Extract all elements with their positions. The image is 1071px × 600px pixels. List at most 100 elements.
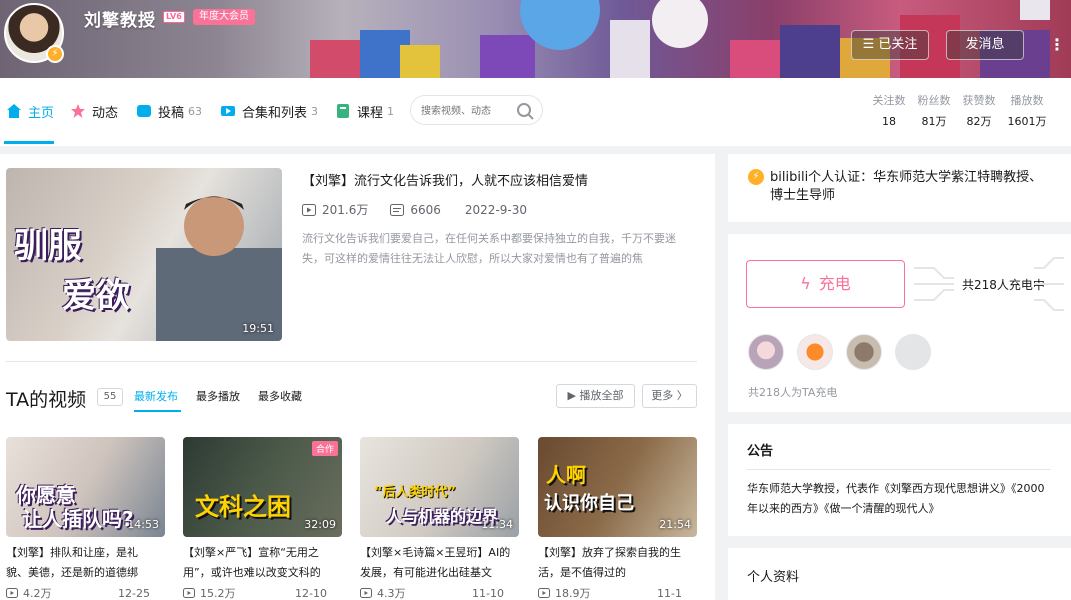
tab-home[interactable]: 主页 xyxy=(6,100,54,122)
video-card[interactable]: “后人类时代” 人与机器的边界 11:34 【刘擎×毛诗篇×王昱珩】AI的发展，… xyxy=(360,437,520,600)
video-thumbnail[interactable]: 文科之困 合作 32:09 xyxy=(183,437,342,537)
profile-panel: 个人资料 xyxy=(728,548,1071,600)
space-nav: 主页 动态 投稿 63 合集和列表 3 课程 1 关注数 18 粉丝数 81万 … xyxy=(0,78,1071,146)
active-tab-indicator xyxy=(4,141,54,144)
video-title[interactable]: 【刘擎】放弃了探索自我的生活，是不值得过的 xyxy=(538,543,690,583)
tab-label: 课程 xyxy=(357,105,384,121)
followed-button[interactable]: ☰ 已关注 xyxy=(851,30,929,60)
video-duration: 14:53 xyxy=(127,518,159,531)
space-search xyxy=(410,95,543,125)
video-card[interactable]: 人啊 认识你自己 21:54 【刘擎】放弃了探索自我的生活，是不值得过的 18.… xyxy=(538,437,698,600)
publish-date: 11-10 xyxy=(472,586,504,600)
videos-count-badge: 55 xyxy=(97,388,123,406)
tab-label: 主页 xyxy=(28,105,55,121)
publish-date: 2022-9-30 xyxy=(464,202,528,217)
notice-text: 华东师范大学教授，代表作《刘擎西方现代思想讲义》《2000年以来的西方》《做一个… xyxy=(747,482,1045,515)
circuit-lines-icon xyxy=(1034,257,1064,311)
video-card[interactable]: 文科之困 合作 32:09 【刘擎×严飞】宣称“无用之用”，或许也难以改变文科的… xyxy=(183,437,343,600)
more-options-icon[interactable]: ⋮ xyxy=(1049,34,1065,56)
video-meta: 4.2万 12-25 xyxy=(6,585,166,600)
more-videos-button[interactable]: 更多 〉 xyxy=(642,384,697,408)
featured-video-title[interactable]: 【刘擎】流行文化告诉我们，人就不应该相信爱情 xyxy=(302,170,588,189)
tab-count: 63 xyxy=(188,104,203,118)
play-count-icon xyxy=(183,588,195,598)
play-count: 4.3万 xyxy=(377,587,406,600)
tab-uploads[interactable]: 投稿 63 xyxy=(136,100,202,122)
stat-label: 播放数 xyxy=(1010,94,1044,107)
tab-most-favorited[interactable]: 最多收藏 xyxy=(258,388,302,404)
thumbnail-caption: 驯服 xyxy=(14,226,82,266)
tab-courses[interactable]: 课程 1 xyxy=(335,100,394,122)
notice-title: 公告 xyxy=(747,444,774,459)
tab-most-played[interactable]: 最多播放 xyxy=(196,388,240,404)
play-count: 201.6万 xyxy=(322,203,369,217)
stat-followers[interactable]: 粉丝数 81万 xyxy=(916,93,952,130)
publish-date: 12-25 xyxy=(118,586,150,600)
stat-value: 18 xyxy=(882,115,896,128)
video-thumbnail[interactable]: “后人类时代” 人与机器的边界 11:34 xyxy=(360,437,519,537)
thumbnail-caption: 让人插队吗? xyxy=(22,507,134,531)
tab-latest[interactable]: 最新发布 xyxy=(134,388,178,404)
tab-count: 3 xyxy=(311,104,319,118)
video-duration: 11:34 xyxy=(481,518,513,531)
section-tab-indicator xyxy=(134,410,181,412)
video-meta: 4.3万 11-10 xyxy=(360,585,520,600)
charge-footer[interactable]: 共218人为TA充电 xyxy=(748,384,837,400)
play-count: 15.2万 xyxy=(200,587,236,600)
charge-count: 共218人充电中 xyxy=(962,278,1045,292)
play-all-button[interactable]: ▶ 播放全部 xyxy=(556,384,635,408)
search-icon[interactable] xyxy=(516,102,534,120)
video-thumbnail[interactable]: 你愿意 让人插队吗? 14:53 xyxy=(6,437,165,537)
video-duration: 32:09 xyxy=(304,518,336,531)
verification-panel: ⚡ bilibili个人认证：华东师范大学紫江特聘教授、博士生导师 xyxy=(728,154,1071,222)
thumbnail-caption: “后人类时代” xyxy=(374,485,457,500)
stat-value: 82万 xyxy=(966,115,992,128)
username: 刘擎教授 xyxy=(84,11,156,31)
charger-avatar[interactable] xyxy=(748,334,784,370)
featured-video-thumbnail[interactable]: 驯服 爱欲 19:51 xyxy=(6,168,282,341)
notice-panel: 公告 华东师范大学教授，代表作《刘擎西方现代思想讲义》《2000年以来的西方》《… xyxy=(728,424,1071,536)
featured-video-description: 流行文化告诉我们要爱自己，在任何关系中都要保持独立的自我，千万不要迷失，可这样的… xyxy=(302,232,676,265)
video-title[interactable]: 【刘擎】排队和让座，是礼貌、美德，还是新的道德绑 xyxy=(6,543,158,583)
publish-date: 12-10 xyxy=(295,586,327,600)
send-message-button[interactable]: 发消息 xyxy=(946,30,1024,60)
dynamic-icon xyxy=(71,104,85,118)
video-thumbnail[interactable]: 人啊 认识你自己 21:54 xyxy=(538,437,697,537)
divider xyxy=(6,361,697,362)
play-count: 4.2万 xyxy=(23,587,52,600)
play-count-icon xyxy=(6,588,18,598)
profile-banner: ⚡ 刘擎教授 LV6 年度大会员 ☰ 已关注 发消息 ⋮ xyxy=(0,0,1071,78)
video-title[interactable]: 【刘擎×毛诗篇×王昱珩】AI的发展，有可能进化出硅基文 xyxy=(360,543,512,583)
collab-badge: 合作 xyxy=(311,441,338,456)
tab-label: 合集和列表 xyxy=(242,105,308,121)
search-input[interactable] xyxy=(421,102,511,120)
play-count-icon xyxy=(360,588,372,598)
profile-title: 个人资料 xyxy=(747,570,800,585)
charger-avatar[interactable] xyxy=(846,334,882,370)
lightning-icon: ϟ xyxy=(800,274,811,293)
charge-button[interactable]: ϟ 充电 xyxy=(746,260,905,308)
comment-icon xyxy=(390,203,405,216)
charger-avatars xyxy=(748,334,944,370)
verified-icon: ⚡ xyxy=(748,169,764,185)
video-card[interactable]: 你愿意 让人插队吗? 14:53 【刘擎】排队和让座，是礼貌、美德，还是新的道德… xyxy=(6,437,166,600)
thumbnail-caption: 人啊 xyxy=(546,463,586,487)
stat-label: 粉丝数 xyxy=(917,94,951,107)
tab-dynamic[interactable]: 动态 xyxy=(70,100,118,122)
tab-count: 1 xyxy=(387,104,395,118)
main-content: 驯服 爱欲 19:51 【刘擎】流行文化告诉我们，人就不应该相信爱情 201.6… xyxy=(0,154,715,600)
stat-label: 关注数 xyxy=(872,94,906,107)
stat-value: 81万 xyxy=(921,115,947,128)
stat-following[interactable]: 关注数 18 xyxy=(871,93,907,130)
tab-label: 投稿 xyxy=(158,105,185,121)
play-count: 18.9万 xyxy=(555,587,591,600)
comment-count: 6606 xyxy=(410,202,441,217)
video-title[interactable]: 【刘擎×严飞】宣称“无用之用”，或许也难以改变文科的 xyxy=(183,543,335,583)
stat-plays: 播放数 1601万 xyxy=(1005,93,1049,130)
thumbnail-caption: 认识你自己 xyxy=(544,493,634,514)
tab-collections[interactable]: 合集和列表 3 xyxy=(220,100,318,122)
charger-avatar[interactable] xyxy=(797,334,833,370)
charger-avatar-default[interactable] xyxy=(895,334,931,370)
video-meta: 15.2万 12-10 xyxy=(183,585,343,600)
tab-label: 动态 xyxy=(92,105,119,121)
